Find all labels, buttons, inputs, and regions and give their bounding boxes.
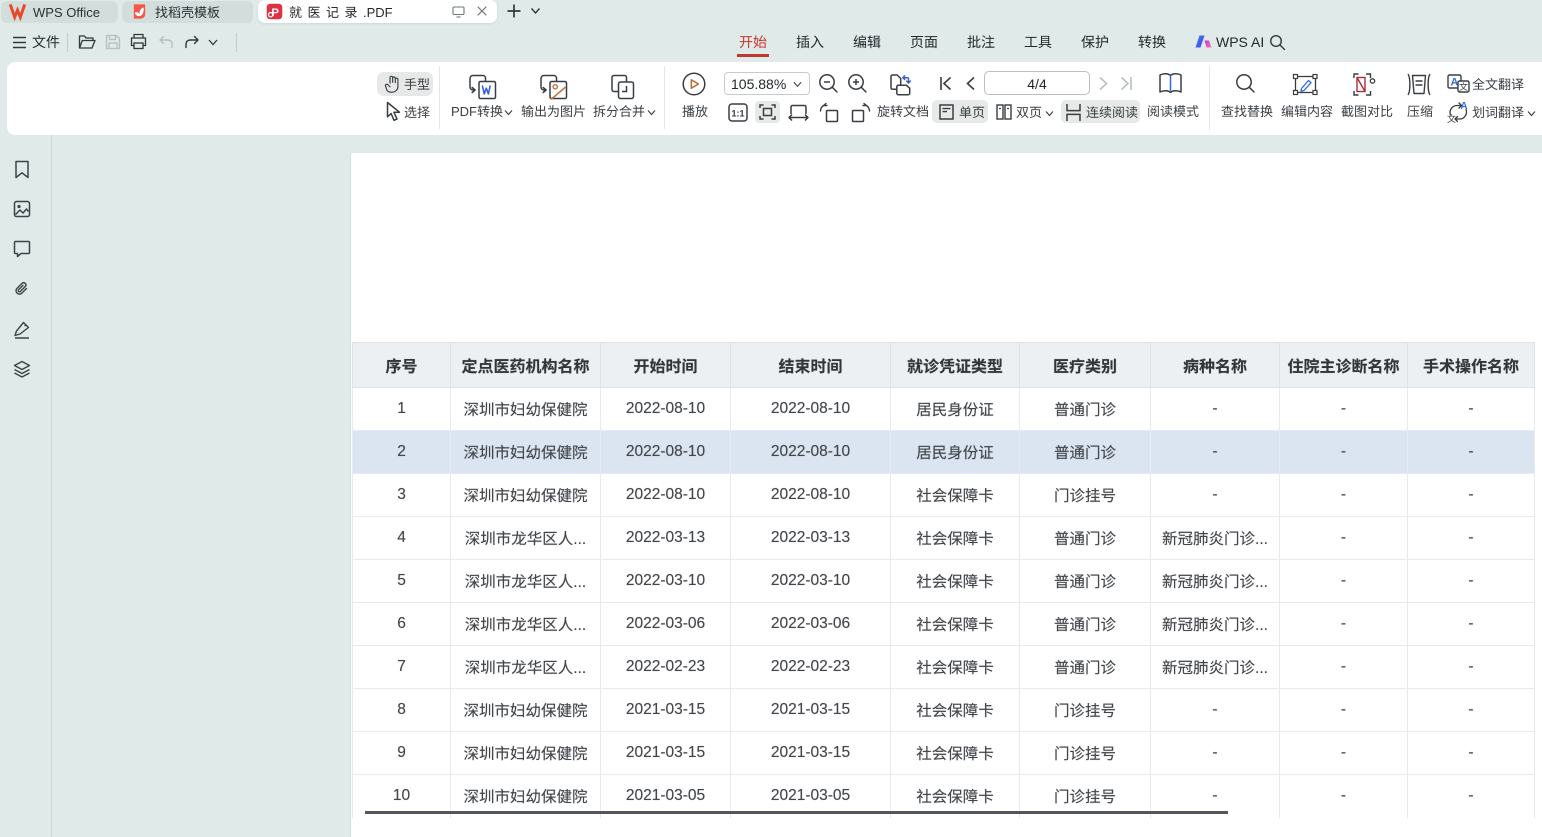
svg-text:文: 文 bbox=[1459, 80, 1468, 93]
svg-text:文: 文 bbox=[1447, 113, 1456, 124]
svg-text:1:1: 1:1 bbox=[731, 109, 744, 119]
svg-text:P: P bbox=[271, 7, 279, 19]
svg-text:A: A bbox=[1460, 101, 1467, 112]
